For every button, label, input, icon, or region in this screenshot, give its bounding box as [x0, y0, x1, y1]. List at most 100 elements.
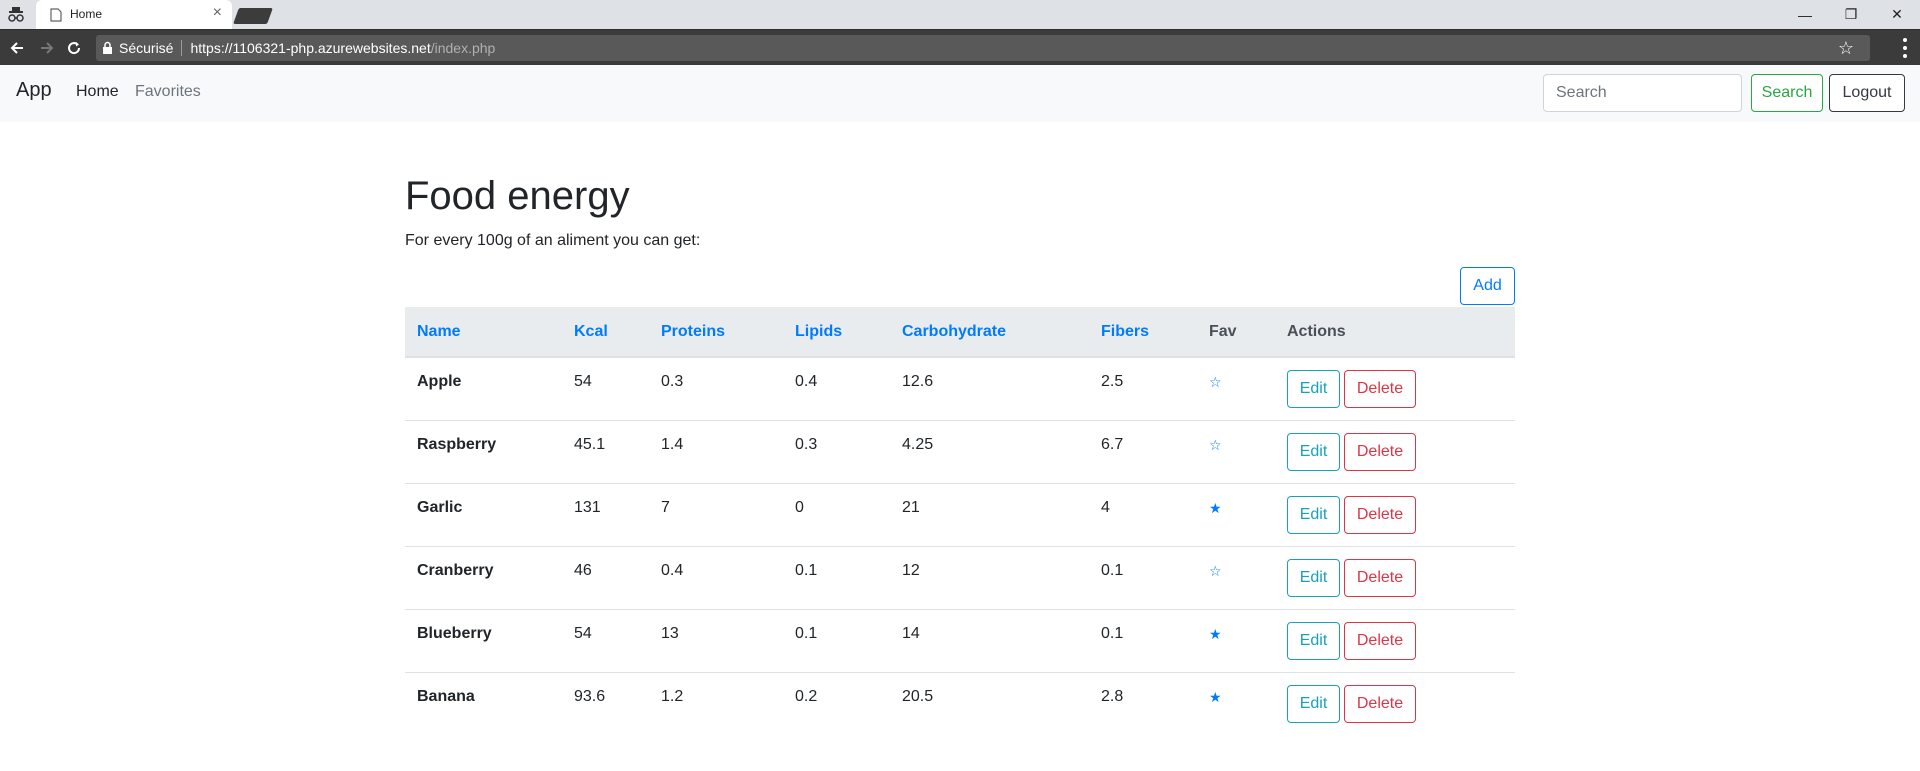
- delete-button[interactable]: Delete: [1344, 621, 1416, 660]
- close-tab-icon[interactable]: ×: [213, 4, 222, 22]
- reload-icon[interactable]: [63, 37, 85, 59]
- edit-button[interactable]: Edit: [1287, 370, 1340, 408]
- cell-actions: Edit Delete: [1275, 356, 1515, 420]
- cell-lipids: 0.3: [783, 419, 890, 483]
- cell-carbohydrate: 14: [890, 608, 1089, 672]
- delete-button[interactable]: Delete: [1344, 558, 1416, 597]
- address-separator: [181, 40, 183, 56]
- cell-kcal: 54: [562, 356, 649, 420]
- cell-kcal: 131: [562, 482, 649, 546]
- browser-menu-icon[interactable]: [1902, 38, 1908, 58]
- cell-name: Banana: [405, 671, 562, 735]
- star-outline-icon[interactable]: ☆: [1197, 419, 1275, 483]
- cell-actions: Edit Delete: [1275, 671, 1515, 735]
- cell-carbohydrate: 20.5: [890, 671, 1089, 735]
- add-button[interactable]: Add: [1460, 267, 1515, 305]
- edit-button[interactable]: Edit: [1287, 432, 1340, 471]
- cell-fibers: 4: [1089, 482, 1197, 546]
- cell-proteins: 13: [649, 608, 783, 672]
- browser-toolbar: Sécurisé https://1106321-php.azurewebsit…: [0, 29, 1920, 65]
- page-subtitle: For every 100g of an aliment you can get…: [405, 232, 701, 249]
- edit-button[interactable]: Edit: [1287, 621, 1340, 660]
- cell-kcal: 93.6: [562, 671, 649, 735]
- column-header-kcal[interactable]: Kcal: [562, 307, 649, 358]
- star-filled-icon[interactable]: ★: [1197, 671, 1275, 735]
- star-outline-icon[interactable]: ☆: [1197, 545, 1275, 609]
- cell-proteins: 7: [649, 482, 783, 546]
- cell-carbohydrate: 21: [890, 482, 1089, 546]
- bookmark-star-icon[interactable]: ☆: [1838, 38, 1854, 59]
- column-header-actions: Actions: [1275, 307, 1515, 358]
- table-header-row: Name Kcal Proteins Lipids Carbohydrate F…: [405, 307, 1515, 358]
- app-navbar: App Home Favorites Search Logout: [0, 65, 1920, 122]
- nav-home-link[interactable]: Home: [76, 83, 119, 101]
- column-header-proteins[interactable]: Proteins: [649, 307, 783, 358]
- cell-lipids: 0: [783, 482, 890, 546]
- logout-button[interactable]: Logout: [1829, 74, 1905, 112]
- browser-tab[interactable]: Home ×: [36, 0, 232, 29]
- cell-proteins: 1.4: [649, 419, 783, 483]
- cell-lipids: 0.2: [783, 671, 890, 735]
- delete-button[interactable]: Delete: [1344, 684, 1416, 723]
- cell-lipids: 0.1: [783, 545, 890, 609]
- table-row: Blueberry 54 13 0.1 14 0.1 ★ Edit Delete: [405, 608, 1515, 672]
- cell-proteins: 0.3: [649, 356, 783, 420]
- tab-title: Home: [70, 7, 103, 21]
- window-controls: — ❐ ✕: [1782, 0, 1920, 29]
- cell-carbohydrate: 12.6: [890, 356, 1089, 420]
- cell-fibers: 0.1: [1089, 545, 1197, 609]
- delete-button[interactable]: Delete: [1344, 495, 1416, 534]
- table-row: Garlic 131 7 0 21 4 ★ Edit Delete: [405, 482, 1515, 546]
- cell-carbohydrate: 4.25: [890, 419, 1089, 483]
- url-host: https://1106321-php.azurewebsites.net: [190, 40, 431, 56]
- cell-fibers: 2.8: [1089, 671, 1197, 735]
- search-button[interactable]: Search: [1751, 74, 1823, 112]
- delete-button[interactable]: Delete: [1344, 432, 1416, 471]
- cell-actions: Edit Delete: [1275, 608, 1515, 672]
- star-outline-icon[interactable]: ☆: [1197, 356, 1275, 420]
- column-header-name[interactable]: Name: [405, 307, 562, 358]
- cell-actions: Edit Delete: [1275, 482, 1515, 546]
- cell-name: Cranberry: [405, 545, 562, 609]
- cell-name: Garlic: [405, 482, 562, 546]
- back-icon[interactable]: [6, 37, 28, 59]
- cell-kcal: 46: [562, 545, 649, 609]
- cell-proteins: 1.2: [649, 671, 783, 735]
- star-filled-icon[interactable]: ★: [1197, 608, 1275, 672]
- column-header-lipids[interactable]: Lipids: [783, 307, 890, 358]
- edit-button[interactable]: Edit: [1287, 684, 1340, 723]
- cell-fibers: 0.1: [1089, 608, 1197, 672]
- address-bar[interactable]: Sécurisé https://1106321-php.azurewebsit…: [96, 35, 1870, 61]
- new-tab-button[interactable]: [233, 8, 273, 24]
- table-row: Apple 54 0.3 0.4 12.6 2.5 ☆ Edit Delete: [405, 356, 1515, 420]
- url-path: /index.php: [430, 40, 496, 56]
- page-icon: [50, 8, 62, 22]
- secure-label: Sécurisé: [119, 40, 174, 56]
- minimize-icon[interactable]: —: [1782, 0, 1828, 29]
- add-row: Add: [405, 267, 1515, 307]
- edit-button[interactable]: Edit: [1287, 558, 1340, 597]
- cell-actions: Edit Delete: [1275, 419, 1515, 483]
- brand-logo[interactable]: App: [16, 79, 52, 102]
- cell-kcal: 45.1: [562, 419, 649, 483]
- cell-name: Apple: [405, 356, 562, 420]
- column-header-carbohydrate[interactable]: Carbohydrate: [890, 307, 1089, 358]
- page-title: Food energy: [405, 174, 630, 218]
- table-body: Apple 54 0.3 0.4 12.6 2.5 ☆ Edit Delete Raspberry…: [405, 356, 1515, 735]
- main-container: Food energy For every 100g of an aliment…: [405, 122, 1515, 735]
- forward-icon[interactable]: [36, 37, 58, 59]
- close-window-icon[interactable]: ✕: [1874, 0, 1920, 29]
- search-input[interactable]: [1543, 74, 1742, 112]
- column-header-fav: Fav: [1197, 307, 1275, 358]
- incognito-icon: [8, 7, 24, 22]
- table-row: Raspberry 45.1 1.4 0.3 4.25 6.7 ☆ Edit Delete: [405, 419, 1515, 483]
- food-table: Name Kcal Proteins Lipids Carbohydrate F…: [405, 307, 1515, 735]
- cell-proteins: 0.4: [649, 545, 783, 609]
- star-filled-icon[interactable]: ★: [1197, 482, 1275, 546]
- cell-kcal: 54: [562, 608, 649, 672]
- delete-button[interactable]: Delete: [1344, 370, 1416, 408]
- restore-icon[interactable]: ❐: [1828, 0, 1874, 29]
- edit-button[interactable]: Edit: [1287, 495, 1340, 534]
- column-header-fibers[interactable]: Fibers: [1089, 307, 1197, 358]
- nav-favorites-link[interactable]: Favorites: [135, 83, 201, 101]
